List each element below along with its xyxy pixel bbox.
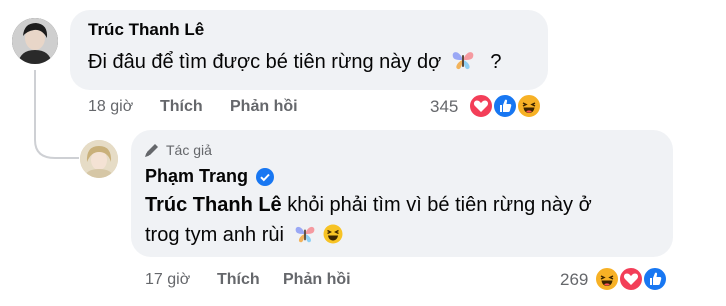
reply-author[interactable]: Phạm Trang	[145, 166, 248, 187]
like-button[interactable]: Thích	[217, 271, 260, 289]
reaction-count[interactable]: 345	[430, 97, 458, 117]
butterfly-icon	[451, 49, 475, 77]
comment-author[interactable]: Trúc Thanh Lê	[88, 20, 204, 40]
like-icon[interactable]	[492, 93, 518, 119]
reaction-count[interactable]: 269	[560, 270, 588, 290]
commenter-avatar[interactable]	[12, 18, 58, 64]
butterfly-icon	[294, 224, 316, 250]
author-avatar[interactable]	[80, 140, 118, 178]
verified-badge-icon	[256, 168, 274, 186]
reply-time[interactable]: 17 giờ	[145, 271, 190, 289]
reply-button[interactable]: Phản hồi	[283, 271, 351, 289]
haha-icon[interactable]	[516, 93, 542, 119]
thread-connector	[34, 70, 79, 159]
love-icon[interactable]	[468, 93, 494, 119]
like-button[interactable]: Thích	[160, 98, 203, 116]
comment-text: Đi đâu để tìm được bé tiên rừng này dợ ?	[88, 49, 501, 77]
haha-icon[interactable]	[594, 266, 620, 292]
reply-button[interactable]: Phản hồi	[230, 98, 298, 116]
like-icon[interactable]	[642, 266, 668, 292]
reply-text-line1: Trúc Thanh Lê khỏi phải tìm vì bé tiên r…	[145, 194, 592, 216]
comment-time[interactable]: 18 giờ	[88, 98, 133, 116]
mention-link[interactable]: Trúc Thanh Lê	[145, 194, 282, 216]
reply-text-line2: trog tym anh rùi	[145, 224, 343, 250]
love-icon[interactable]	[618, 266, 644, 292]
squint-laugh-emoji-icon	[323, 224, 343, 250]
pen-icon	[143, 141, 161, 164]
